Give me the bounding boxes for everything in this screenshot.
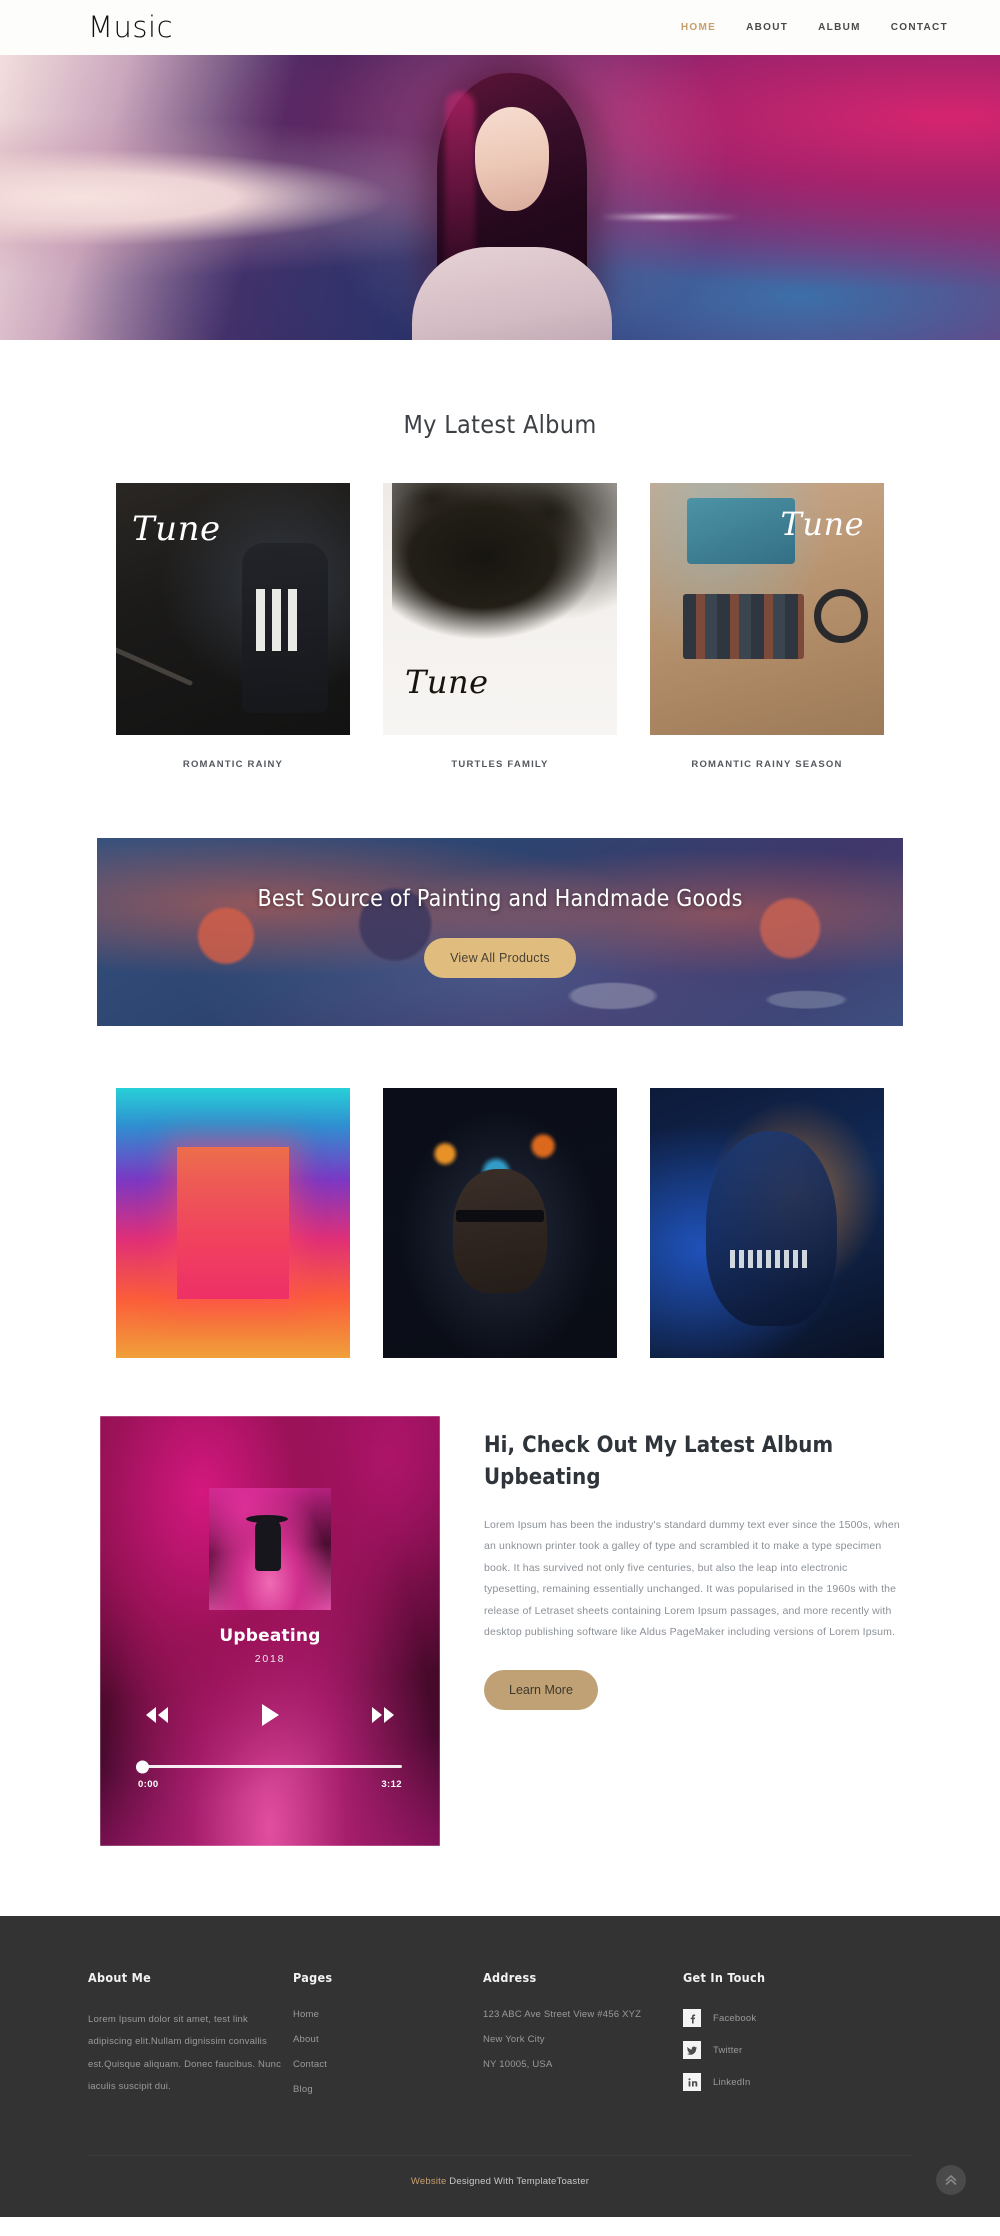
album-art-overlay-text: Tune <box>405 663 489 701</box>
footer-about-text: Lorem Ipsum dolor sit amet, test link ad… <box>88 2014 282 2092</box>
about-heading-line-1: Hi, Check Out My Latest Album <box>484 1433 834 1458</box>
album-caption: ROMANTIC RAINY <box>182 759 284 770</box>
footer-pages-title: Pages <box>293 1970 333 1985</box>
gallery-item[interactable] <box>650 1088 884 1358</box>
album-grid: Tune ROMANTIC RAINY Tune TURTLES FAMILY … <box>0 439 1000 770</box>
gallery-face-paint <box>729 1250 810 1268</box>
play-icon[interactable] <box>256 1699 284 1731</box>
footer-column-social: Get In Touch Facebook Twitter LinkedIn <box>683 1970 883 2109</box>
social-link-facebook[interactable]: Facebook <box>683 2009 883 2027</box>
social-label: Twitter <box>713 2044 743 2056</box>
album-artwork[interactable]: Tune <box>383 483 617 735</box>
footer-column-about: About Me Lorem Ipsum dolor sit amet, tes… <box>88 1970 293 2109</box>
social-link-linkedin[interactable]: LinkedIn <box>683 2073 883 2091</box>
site-logo[interactable]: Music <box>88 13 173 42</box>
album-artwork[interactable]: Tune <box>650 483 884 735</box>
footer-copyright-accent[interactable]: Website <box>411 2176 447 2187</box>
promo-banner: Best Source of Painting and Handmade Goo… <box>97 838 903 1026</box>
linkedin-icon <box>683 2073 701 2091</box>
album-art-stripes <box>256 588 305 651</box>
player-progress[interactable]: 0:00 3:12 <box>134 1760 406 1790</box>
footer-link-about[interactable]: About <box>293 2034 483 2045</box>
about-album-body: Lorem Ipsum has been the industry's stan… <box>484 1518 900 1639</box>
main-navigation: HOME ABOUT ALBUM CONTACT <box>681 22 948 33</box>
social-label: LinkedIn <box>713 2076 751 2088</box>
view-all-products-button[interactable]: View All Products <box>424 938 576 978</box>
gallery-portrait <box>706 1131 838 1326</box>
social-label: Facebook <box>713 2012 757 2024</box>
cover-art-figure <box>255 1517 282 1572</box>
gallery-item[interactable] <box>383 1088 617 1358</box>
footer-link-home[interactable]: Home <box>293 2009 483 2020</box>
album-art-amp <box>687 498 796 564</box>
nav-item-contact[interactable]: CONTACT <box>891 22 948 33</box>
gallery-item[interactable] <box>116 1088 350 1358</box>
promo-title: Best Source of Painting and Handmade Goo… <box>257 886 743 912</box>
progress-handle[interactable] <box>136 1760 149 1773</box>
album-artwork[interactable]: Tune <box>116 483 350 735</box>
footer-link-contact[interactable]: Contact <box>293 2059 483 2070</box>
twitter-icon <box>683 2041 701 2059</box>
rewind-icon[interactable] <box>140 1702 174 1728</box>
featured-album-section: Upbeating 2018 0:00 3:12 Hi, Check Out M… <box>0 1358 1000 1846</box>
gallery-sunglasses <box>455 1209 545 1222</box>
nav-item-home[interactable]: HOME <box>681 22 716 33</box>
album-art-railing <box>116 646 194 687</box>
facebook-icon <box>683 2009 701 2027</box>
album-art-pedalboard <box>682 593 805 660</box>
footer-link-blog[interactable]: Blog <box>293 2084 483 2095</box>
album-caption: TURTLES FAMILY <box>451 759 549 770</box>
album-card[interactable]: Tune ROMANTIC RAINY <box>116 483 350 770</box>
nav-item-about[interactable]: ABOUT <box>746 22 788 33</box>
gallery-grid <box>0 1026 1000 1358</box>
learn-more-button[interactable]: Learn More <box>484 1669 598 1710</box>
gallery-portrait <box>453 1169 547 1294</box>
address-line: NY 10005, USA <box>483 2059 553 2070</box>
album-card[interactable]: Tune ROMANTIC RAINY SEASON <box>650 483 884 770</box>
player-time-current: 0:00 <box>138 1779 159 1790</box>
footer-address-title: Address <box>483 1970 537 1985</box>
footer-column-address: Address 123 ABC Ave Street View #456 XYZ… <box>483 1970 683 2109</box>
hero-lens-flare <box>600 214 740 219</box>
nav-item-album[interactable]: ALBUM <box>818 22 861 33</box>
music-player-card: Upbeating 2018 0:00 3:12 <box>100 1416 440 1846</box>
site-header: Music HOME ABOUT ALBUM CONTACT <box>0 0 1000 55</box>
about-heading-line-2: Upbeating <box>484 1464 601 1490</box>
site-footer: About Me Lorem Ipsum dolor sit amet, tes… <box>0 1916 1000 2217</box>
about-album-column: Hi, Check Out My Latest Album Upbeating … <box>484 1416 900 1710</box>
progress-track[interactable] <box>136 1760 402 1773</box>
fast-forward-icon[interactable] <box>366 1702 400 1728</box>
latest-album-section: My Latest Album Tune ROMANTIC RAINY Tune… <box>0 340 1000 770</box>
address-line: New York City <box>483 2034 545 2045</box>
album-caption: ROMANTIC RAINY SEASON <box>691 759 843 770</box>
double-chevron-up-icon <box>945 2175 957 2185</box>
player-time-total: 3:12 <box>381 1779 402 1790</box>
hero-portrait-face <box>475 107 549 211</box>
hero-banner <box>0 55 1000 340</box>
footer-copyright-text: Designed With TemplateToaster <box>446 2176 590 2187</box>
player-track-year: 2018 <box>254 1653 286 1665</box>
address-line: 123 ABC Ave Street View #456 XYZ <box>483 2009 642 2020</box>
footer-about-title: About Me <box>88 1970 152 1985</box>
social-link-twitter[interactable]: Twitter <box>683 2041 883 2059</box>
footer-column-pages: Pages Home About Contact Blog <box>293 1970 483 2109</box>
album-art-headphones <box>813 588 868 643</box>
album-art-overlay-text: Tune <box>132 509 221 549</box>
promo-background-image <box>97 838 903 1026</box>
about-album-heading: Hi, Check Out My Latest Album Upbeating <box>484 1430 900 1494</box>
hero-portrait <box>362 63 662 340</box>
player-track-title: Upbeating <box>219 1626 321 1646</box>
album-card[interactable]: Tune TURTLES FAMILY <box>383 483 617 770</box>
player-cover-art <box>209 1488 331 1610</box>
album-art-overlay-text: Tune <box>780 505 864 543</box>
footer-social-title: Get In Touch <box>683 1970 766 1985</box>
album-art-ink-cloud <box>392 483 617 645</box>
footer-copyright: Website Designed With TemplateToaster <box>88 2155 912 2187</box>
player-controls <box>134 1699 406 1731</box>
page-title: My Latest Album <box>403 410 597 439</box>
scroll-to-top-button[interactable] <box>936 2165 966 2195</box>
